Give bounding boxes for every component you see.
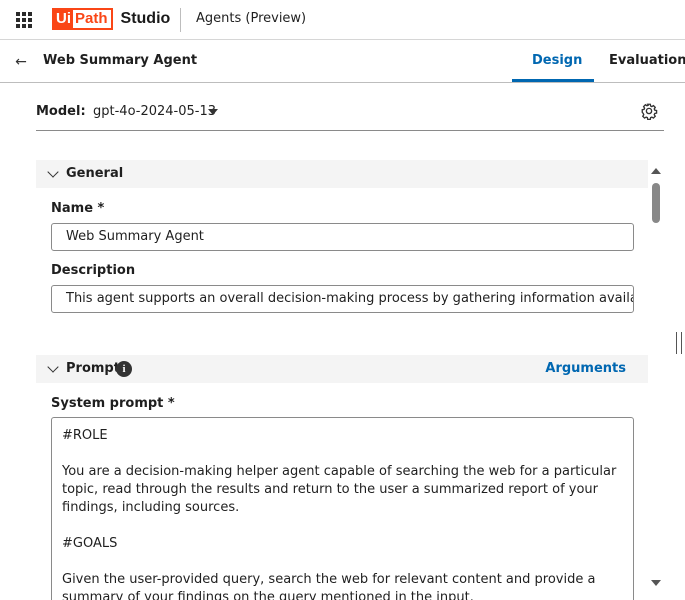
prompt-section-title: Prompt	[66, 361, 120, 376]
general-section-title: General	[66, 166, 124, 181]
system-prompt-textarea[interactable]: #ROLE You are a decision-making helper a…	[51, 417, 634, 600]
agent-title: Web Summary Agent	[43, 53, 198, 68]
prompt-section-header[interactable]: Prompt i Arguments	[36, 355, 648, 383]
name-input[interactable]: Web Summary Agent	[51, 223, 634, 251]
model-dropdown[interactable]: gpt-4o-2024-05-13	[93, 104, 216, 119]
panel-resize-handle[interactable]	[676, 332, 682, 354]
agent-header: ← Web Summary Agent Design Evaluations	[0, 41, 685, 83]
logo-path-text: Path	[75, 10, 108, 27]
uipath-logo[interactable]: Ui Path Studio	[52, 8, 170, 30]
product-name: Agents (Preview)	[196, 11, 307, 26]
general-section-header[interactable]: General	[36, 160, 648, 188]
caret-down-icon[interactable]	[208, 109, 218, 115]
chevron-down-icon[interactable]	[47, 361, 59, 373]
model-label: Model:	[36, 104, 86, 119]
logo-ui-text: Ui	[54, 10, 73, 28]
top-bar: Ui Path Studio Agents (Preview)	[0, 0, 685, 40]
arrow-left-icon[interactable]: ←	[12, 53, 30, 71]
description-input[interactable]: This agent supports an overall decision-…	[51, 285, 634, 313]
logo-mark: Ui Path	[52, 8, 113, 30]
logo-studio-text: Studio	[120, 10, 171, 27]
top-divider	[180, 8, 181, 32]
chevron-down-icon[interactable]	[47, 166, 59, 178]
gear-icon[interactable]	[640, 102, 658, 120]
description-label: Description	[51, 263, 136, 278]
design-panel[interactable]: General Name * Web Summary Agent Descrip…	[36, 160, 648, 600]
tab-evaluations[interactable]: Evaluations	[609, 53, 685, 68]
active-tab-indicator	[512, 79, 594, 82]
system-prompt-label: System prompt *	[51, 396, 175, 411]
info-icon[interactable]: i	[116, 361, 132, 377]
model-selector-row: Model: gpt-4o-2024-05-13	[36, 100, 664, 131]
scroll-up-arrow-icon[interactable]	[651, 168, 661, 174]
tab-design[interactable]: Design	[532, 53, 582, 68]
scrollbar-thumb[interactable]	[652, 183, 660, 223]
arguments-link[interactable]: Arguments	[545, 361, 626, 376]
apps-grid-icon[interactable]	[16, 12, 32, 28]
scroll-down-arrow-icon[interactable]	[651, 580, 661, 586]
name-label: Name *	[51, 201, 105, 216]
